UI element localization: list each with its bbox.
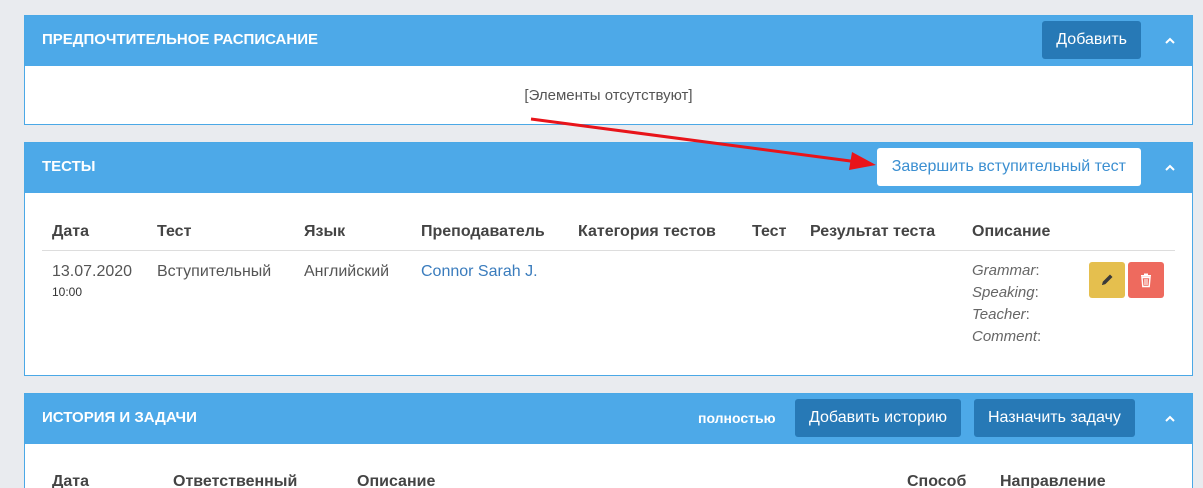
panel-header: ТЕСТЫ Завершить вступительный тест (25, 143, 1192, 193)
row-language: Английский (304, 263, 390, 280)
column-header-test-2[interactable]: Тест (752, 223, 786, 241)
row-test: Вступительный (157, 263, 272, 280)
column-header-description[interactable]: Описание (972, 223, 1050, 241)
column-header-test-result[interactable]: Результат теста (810, 223, 935, 241)
pencil-icon (1102, 274, 1113, 285)
column-header-date[interactable]: Дата (52, 473, 89, 488)
column-header-language[interactable]: Язык (304, 223, 345, 241)
column-header-description[interactable]: Описание (357, 473, 435, 488)
row-time: 10:00 (52, 285, 83, 299)
column-header-teacher[interactable]: Преподаватель (421, 223, 545, 241)
chevron-up-icon[interactable] (1162, 411, 1178, 427)
chevron-up-icon[interactable] (1162, 160, 1178, 176)
description-teacher: Teacher: (972, 306, 1030, 323)
row-teacher-link[interactable]: Connor Sarah J. (421, 263, 538, 281)
chevron-up-icon[interactable] (1162, 33, 1178, 49)
history-tasks-panel: ИСТОРИЯ И ЗАДАЧИ полностью Добавить исто… (24, 393, 1193, 488)
panel-header: ПРЕДПОЧТИТЕЛЬНОЕ РАСПИСАНИЕ Добавить (25, 16, 1192, 66)
column-header-test-category[interactable]: Категория тестов (578, 223, 716, 241)
tests-panel: ТЕСТЫ Завершить вступительный тест Дата … (24, 142, 1193, 376)
full-history-link[interactable]: полностью (698, 394, 776, 442)
column-header-date[interactable]: Дата (52, 223, 89, 241)
column-header-direction[interactable]: Направление (1000, 473, 1106, 488)
table-divider (42, 250, 1175, 251)
panel-title: ИСТОРИЯ И ЗАДАЧИ (42, 409, 197, 426)
edit-button[interactable] (1089, 262, 1125, 298)
panel-title: ПРЕДПОЧТИТЕЛЬНОЕ РАСПИСАНИЕ (42, 31, 319, 48)
add-history-button[interactable]: Добавить историю (795, 399, 961, 437)
column-header-test[interactable]: Тест (157, 223, 191, 241)
description-comment: Comment: (972, 328, 1042, 345)
row-date: 13.07.2020 (52, 263, 133, 280)
trash-icon (1141, 273, 1151, 288)
column-header-responsible[interactable]: Ответственный (173, 473, 297, 488)
panel-title: ТЕСТЫ (42, 158, 96, 175)
finish-entrance-test-button[interactable]: Завершить вступительный тест (876, 148, 1141, 186)
empty-message: [Элементы отсутствуют] (524, 87, 693, 104)
description-speaking: Speaking: (972, 284, 1039, 301)
column-header-method[interactable]: Способ (907, 473, 966, 488)
delete-button[interactable] (1128, 262, 1164, 298)
preferred-schedule-panel: ПРЕДПОЧТИТЕЛЬНОЕ РАСПИСАНИЕ Добавить [Эл… (24, 15, 1193, 125)
add-button[interactable]: Добавить (1042, 21, 1141, 59)
panel-header: ИСТОРИЯ И ЗАДАЧИ полностью Добавить исто… (25, 394, 1192, 444)
description-grammar: Grammar: (972, 262, 1040, 279)
assign-task-button[interactable]: Назначить задачу (974, 399, 1135, 437)
